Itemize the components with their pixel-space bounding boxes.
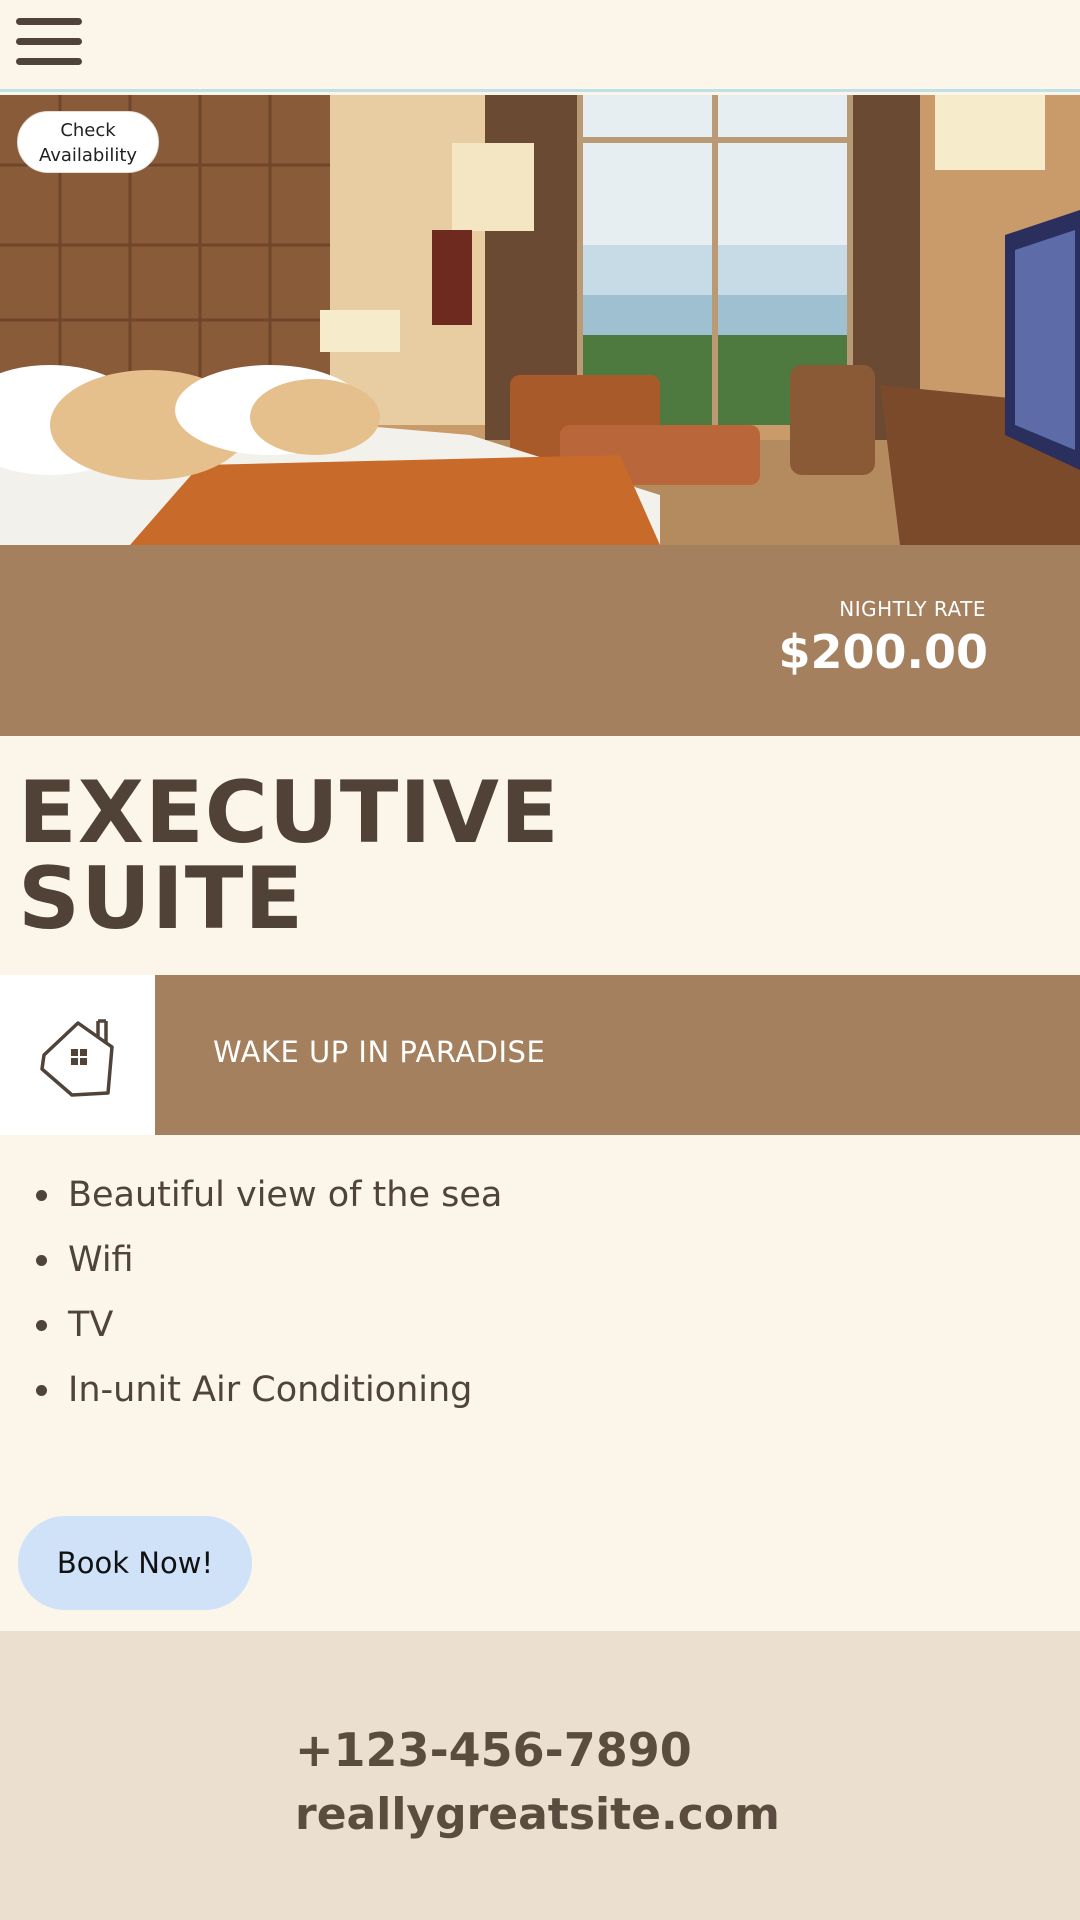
house-icon [40,1019,114,1097]
tagline-text: WAKE UP IN PARADISE [213,1035,546,1069]
top-bar [0,0,1080,92]
feature-item: Wifi [35,1235,502,1300]
feature-item: TV [35,1300,502,1365]
room-title: EXECUTIVE SUITE [18,770,560,942]
hero-image [0,95,1080,545]
room-title-line2: SUITE [18,849,305,949]
check-availability-button[interactable]: Check Availability [17,111,159,173]
website-link[interactable]: reallygreatsite.com [295,1789,780,1840]
tagline-band: WAKE UP IN PARADISE [0,975,1080,1135]
feature-item: Beautiful view of the sea [35,1170,502,1235]
book-now-button[interactable]: Book Now! [18,1516,252,1610]
rate-band: NIGHTLY RATE $200.00 [0,545,1080,736]
hamburger-menu-icon[interactable] [16,18,82,65]
room-title-line1: EXECUTIVE [18,763,560,863]
hotel-room-photo [0,95,1080,545]
nightly-rate-label: NIGHTLY RATE [839,597,986,621]
footer: +123-456-7890 reallygreatsite.com [0,1631,1080,1920]
feature-item: In-unit Air Conditioning [35,1365,502,1430]
phone-number[interactable]: +123-456-7890 [295,1723,692,1777]
feature-list: Beautiful view of the sea Wifi TV In-uni… [35,1170,502,1430]
tag-icon-box [0,975,155,1135]
nightly-rate-value: $200.00 [778,625,988,679]
